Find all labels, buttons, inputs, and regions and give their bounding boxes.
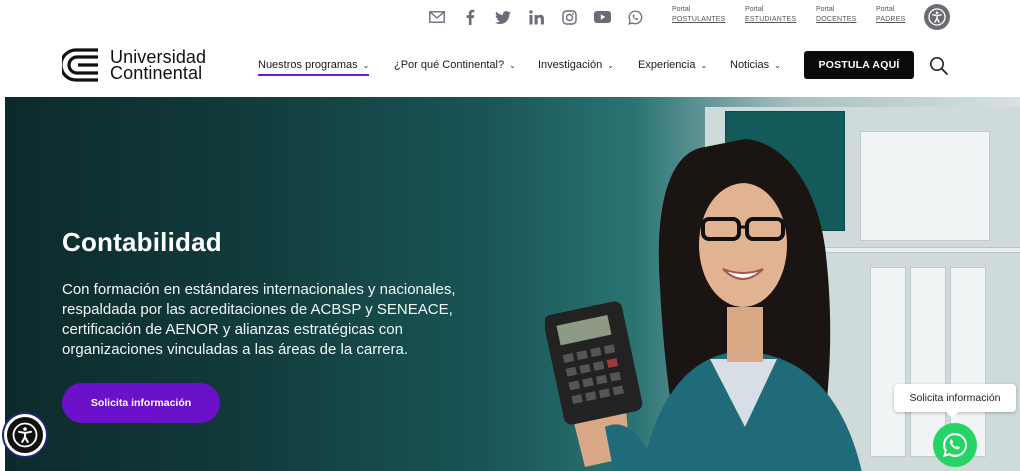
nav-item-por-que-continental[interactable]: ¿Por qué Continental? ⌄ [394, 59, 516, 71]
nav-item-noticias[interactable]: Noticias ⌄ [730, 59, 781, 71]
nav-item-experiencia[interactable]: Experiencia ⌄ [638, 59, 707, 71]
nav-item-investigacion[interactable]: Investigación ⌄ [538, 59, 614, 71]
hero-banner: Contabilidad Con formación en estándares… [5, 97, 1020, 471]
chevron-down-icon: ⌄ [362, 60, 370, 70]
portal-label: Portal [672, 6, 691, 13]
portal-name: DOCENTES [816, 16, 857, 23]
facebook-icon[interactable] [459, 6, 481, 28]
student-with-calculator-image [545, 139, 862, 471]
logo-text: Universidad Continental [110, 48, 206, 83]
portal-label: Portal [745, 6, 764, 13]
main-navigation: Universidad Continental Nuestros program… [0, 36, 1020, 96]
portal-estudiantes-link[interactable]: Portal ESTUDIANTES [745, 5, 805, 25]
youtube-icon[interactable] [591, 6, 613, 28]
whatsapp-tooltip: Solicita información [894, 384, 1016, 418]
portal-name: ESTUDIANTES [745, 16, 797, 23]
chevron-down-icon: ⌄ [700, 60, 708, 70]
portal-name: POSTULANTES [672, 16, 726, 23]
accessibility-widget-icon[interactable] [4, 414, 46, 456]
chevron-down-icon: ⌄ [509, 60, 516, 70]
logo-line-2: Continental [110, 63, 203, 83]
linkedin-icon[interactable] [525, 6, 547, 28]
chevron-down-icon: ⌄ [607, 60, 614, 70]
whatsapp-icon[interactable] [624, 6, 646, 28]
portal-docentes-link[interactable]: Portal DOCENTES [816, 5, 876, 25]
nav-item-label: Nuestros programas [258, 59, 358, 71]
social-links [426, 6, 657, 28]
logo-mark-icon [62, 48, 98, 82]
portal-postulantes-link[interactable]: Portal POSTULANTES [672, 5, 732, 25]
nav-item-label: Experiencia [638, 59, 696, 71]
postula-aqui-button[interactable]: POSTULA AQUÍ [804, 51, 914, 79]
university-logo[interactable]: Universidad Continental [62, 48, 206, 82]
nav-item-nuestros-programas[interactable]: Nuestros programas ⌄ [258, 59, 370, 76]
nav-item-label: Noticias [730, 59, 770, 71]
top-utility-bar: Portal POSTULANTES Portal ESTUDIANTES Po… [0, 0, 1020, 36]
mail-icon[interactable] [426, 6, 448, 28]
search-icon[interactable] [929, 56, 949, 76]
hero-title: Contabilidad [62, 227, 222, 257]
twitter-icon[interactable] [492, 6, 514, 28]
accessibility-icon[interactable] [924, 4, 950, 30]
whatsapp-icon [942, 432, 967, 457]
whatsapp-chat-button[interactable] [933, 423, 977, 467]
solicita-informacion-button[interactable]: Solicita información [62, 383, 220, 423]
instagram-icon[interactable] [558, 6, 580, 28]
chevron-down-icon: ⌄ [774, 60, 781, 70]
nav-item-label: Investigación [538, 59, 603, 71]
hero-description: Con formación en estándares internaciona… [62, 281, 456, 358]
portal-label: Portal [816, 6, 835, 13]
nav-item-label: ¿Por qué Continental? [394, 59, 505, 71]
